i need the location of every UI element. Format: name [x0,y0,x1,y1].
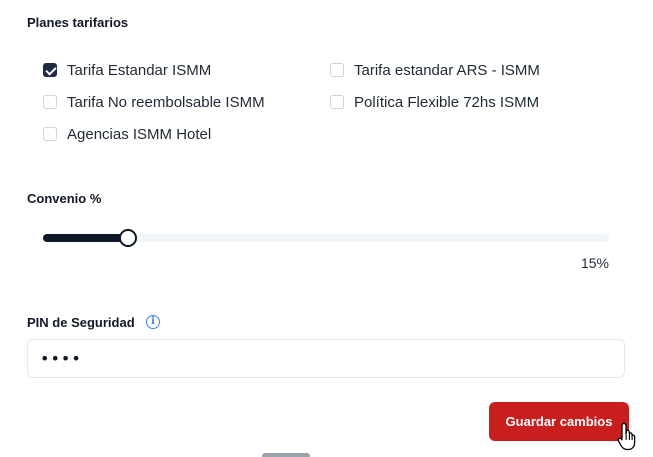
plan-option-tarifa-ars[interactable]: Tarifa estandar ARS - ISMM [330,58,540,82]
info-icon[interactable]: i [146,315,160,329]
plan-option-agencias[interactable]: Agencias ISMM Hotel [43,122,211,146]
slider-fill [43,234,128,242]
plan-option-label: Tarifa No reembolsable ISMM [67,93,265,111]
plan-option-label: Tarifa estandar ARS - ISMM [354,61,540,79]
checkbox-unchecked-icon[interactable] [43,95,57,109]
checkbox-unchecked-icon[interactable] [330,63,344,77]
plans-title: Planes tarifarios [27,15,129,30]
plan-option-label: Agencias ISMM Hotel [67,125,212,143]
pin-input[interactable] [27,339,625,378]
checkbox-unchecked-icon[interactable] [330,95,344,109]
slider-thumb[interactable] [118,229,137,247]
convenio-title: Convenio % [27,191,102,206]
plan-option-label: Política Flexible 72hs ISMM [354,93,540,111]
plan-option-label: Tarifa Estandar ISMM [67,61,212,79]
plan-option-no-reembolsable[interactable]: Tarifa No reembolsable ISMM [43,90,265,114]
pin-title: PIN de Seguridad [27,315,135,330]
convenio-slider[interactable] [43,228,609,248]
save-changes-button[interactable]: Guardar cambios [489,402,629,441]
scroll-indicator [262,453,310,457]
rate-plans-form: Planes tarifarios Tarifa Estandar ISMM T… [0,0,653,457]
checkbox-unchecked-icon[interactable] [43,127,57,141]
convenio-value: 15% [580,255,609,271]
checkbox-checked-icon[interactable] [43,63,57,77]
plan-checkbox-group: Tarifa Estandar ISMM Tarifa estandar ARS… [43,58,603,158]
plan-option-tarifa-estandar[interactable]: Tarifa Estandar ISMM [43,58,211,82]
plan-option-politica-flexible[interactable]: Política Flexible 72hs ISMM [330,90,539,114]
